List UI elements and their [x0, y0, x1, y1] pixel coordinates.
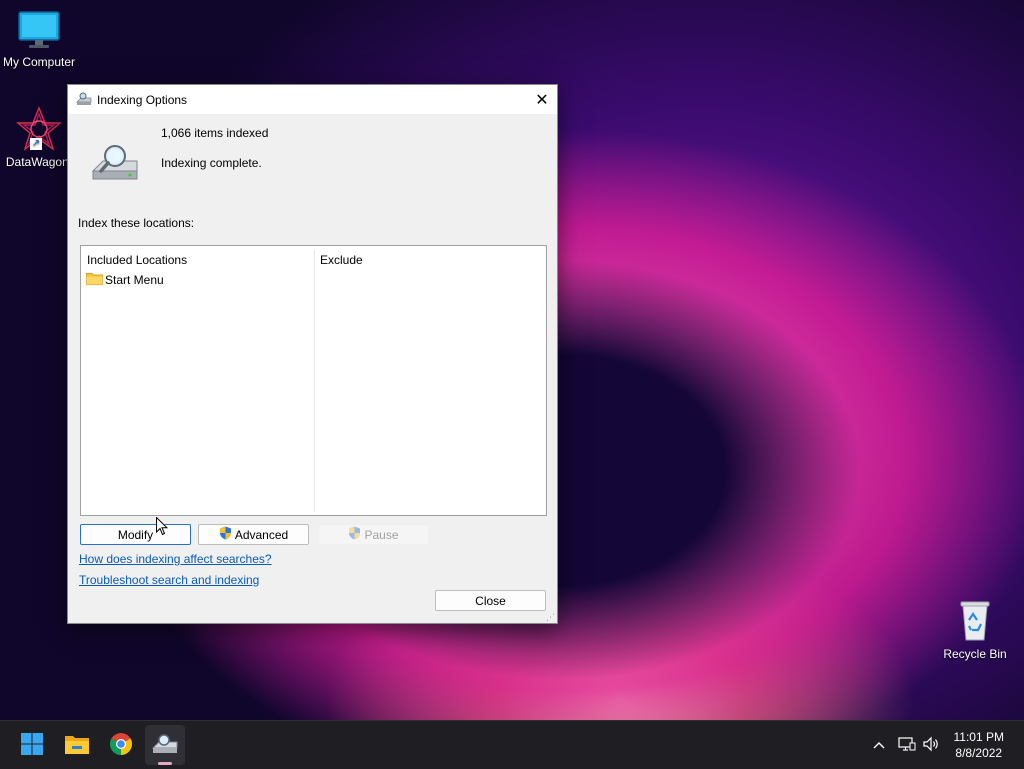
indexing-status: Indexing complete. [161, 156, 262, 170]
modify-button[interactable]: Modify [80, 524, 191, 545]
taskbar-indexing-options[interactable] [145, 725, 185, 765]
volume-button[interactable] [920, 721, 942, 769]
desktop-icon-label: Recycle Bin [943, 647, 1007, 661]
taskbar-chrome[interactable] [101, 721, 141, 769]
chevron-up-icon [873, 738, 885, 752]
chrome-icon [109, 732, 133, 759]
network-icon [898, 736, 916, 755]
shortcut-arrow-icon: ↗ [30, 138, 42, 150]
column-header-exclude[interactable]: Exclude [320, 253, 363, 267]
troubleshoot-link[interactable]: Troubleshoot search and indexing [79, 573, 259, 587]
pause-label: Pause [364, 527, 399, 542]
taskbar: 11:01 PM 8/8/2022 [0, 720, 1024, 769]
close-label: Close [475, 593, 506, 608]
desktop-icon-recycle-bin[interactable]: Recycle Bin [936, 598, 1014, 661]
uac-shield-icon [219, 526, 232, 543]
start-button[interactable] [12, 721, 52, 769]
title-bar[interactable]: Indexing Options ✕ [68, 85, 557, 114]
indexing-drive-icon [90, 141, 140, 188]
how-indexing-link[interactable]: How does indexing affect searches? [79, 552, 272, 566]
close-button[interactable]: Close [435, 590, 546, 611]
indexing-options-icon [76, 92, 92, 109]
locations-list[interactable]: Included Locations Exclude Start Menu [80, 245, 547, 516]
uac-shield-icon [348, 526, 361, 543]
column-header-included[interactable]: Included Locations [87, 253, 187, 267]
start-icon [20, 732, 44, 759]
taskbar-file-explorer[interactable] [57, 721, 97, 769]
close-icon[interactable]: ✕ [527, 85, 557, 114]
advanced-button[interactable]: Advanced [198, 524, 309, 545]
column-divider [314, 250, 315, 512]
dialog-title: Indexing Options [97, 93, 188, 107]
mouse-pointer-icon [156, 516, 169, 539]
active-indicator [158, 762, 172, 765]
clock-time: 11:01 PM [953, 730, 1004, 744]
volume-icon [922, 736, 940, 755]
show-hidden-icons-button[interactable] [866, 721, 892, 769]
clock-date: 8/8/2022 [955, 746, 1003, 760]
desktop-icon-label: My Computer [2, 55, 76, 69]
items-indexed-count: 1,066 items indexed [161, 126, 269, 140]
datawagon-app-icon: ↗ [16, 106, 62, 155]
location-name: Start Menu [105, 273, 164, 287]
folder-icon [86, 272, 103, 288]
resize-grip-icon[interactable]: ⋰ [546, 613, 555, 622]
taskbar-clock[interactable]: 11:01 PM 8/8/2022 [954, 729, 1004, 761]
indexing-options-dialog: Indexing Options ✕ 1,066 items indexed I… [67, 84, 558, 624]
advanced-label: Advanced [234, 527, 289, 542]
pause-button[interactable]: Pause [318, 524, 429, 545]
modify-label: Modify [117, 527, 154, 542]
desktop-icon-my-computer[interactable]: My Computer [0, 10, 78, 69]
locations-label: Index these locations: [78, 216, 195, 230]
recycle-bin-icon [955, 601, 995, 645]
indexing-options-icon [151, 733, 178, 758]
file-explorer-icon [64, 733, 90, 758]
network-button[interactable] [896, 721, 918, 769]
monitor-icon [17, 11, 61, 53]
list-item[interactable]: Start Menu [86, 272, 164, 288]
